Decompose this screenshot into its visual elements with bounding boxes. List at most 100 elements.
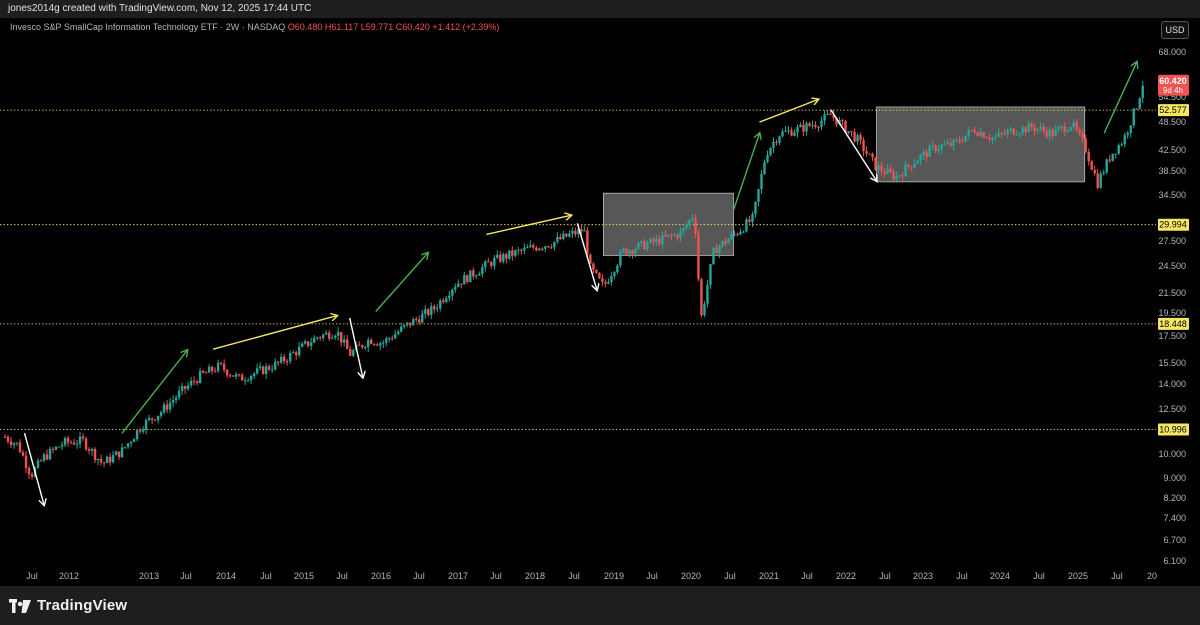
candle-body bbox=[222, 363, 226, 370]
candle-body bbox=[225, 369, 229, 376]
candle-body bbox=[610, 276, 613, 283]
candle-body bbox=[1117, 145, 1120, 154]
price-axis-tick: 38.500 bbox=[1158, 166, 1186, 176]
candle-body bbox=[730, 233, 733, 240]
candle-body bbox=[961, 141, 964, 143]
candle-body bbox=[889, 168, 892, 172]
candle-body bbox=[991, 137, 994, 140]
candle-body bbox=[733, 233, 736, 235]
candle-body bbox=[93, 448, 97, 460]
candle-body bbox=[1054, 128, 1057, 136]
candle-body bbox=[1057, 127, 1060, 129]
candle-body bbox=[940, 144, 943, 150]
candle-body bbox=[880, 165, 883, 172]
tradingview-brand[interactable]: TradingView bbox=[9, 597, 127, 614]
candle-body bbox=[613, 272, 616, 277]
candle-body bbox=[66, 438, 70, 443]
candle-body bbox=[1123, 135, 1126, 145]
candle-body bbox=[841, 120, 844, 122]
candle-body bbox=[36, 460, 40, 468]
candle-body bbox=[216, 362, 220, 372]
candle-body bbox=[234, 374, 238, 377]
candle-body bbox=[334, 335, 337, 338]
candle-body bbox=[535, 247, 538, 251]
candle-body bbox=[751, 214, 754, 222]
candle-body bbox=[382, 342, 385, 344]
candle-body bbox=[433, 306, 436, 310]
candle-body bbox=[322, 334, 325, 339]
last-price-value: 60.420 bbox=[1159, 76, 1187, 86]
candle-body bbox=[679, 231, 682, 239]
candle-body bbox=[736, 233, 739, 235]
candle-body bbox=[1033, 127, 1036, 131]
time-axis-label: 20 bbox=[1147, 571, 1157, 581]
price-axis-tick: 48.500 bbox=[1158, 117, 1186, 127]
candle-body bbox=[682, 227, 685, 232]
price-axis-tick: 21.500 bbox=[1158, 288, 1186, 298]
tradingview-wordmark: TradingView bbox=[37, 597, 128, 614]
price-axis-tick: 19.500 bbox=[1158, 308, 1186, 318]
candle-body bbox=[60, 444, 64, 447]
candle-body bbox=[532, 245, 535, 248]
candle-body bbox=[457, 283, 460, 287]
candle-body bbox=[204, 372, 208, 374]
candle-body bbox=[475, 275, 478, 277]
change-value: +1.412 (+2.39%) bbox=[432, 22, 500, 32]
candle-body bbox=[628, 250, 631, 255]
candle-body bbox=[361, 345, 364, 348]
candle-body bbox=[1111, 153, 1114, 161]
time-axis-label: 2022 bbox=[836, 571, 856, 581]
candle-body bbox=[189, 380, 193, 386]
currency-button[interactable]: USD bbox=[1161, 21, 1189, 39]
candle-body bbox=[472, 270, 475, 277]
candle-body bbox=[607, 282, 610, 284]
candle-body bbox=[412, 319, 415, 326]
candle-body bbox=[279, 356, 283, 363]
price-axis-tick: 6.700 bbox=[1163, 535, 1186, 545]
candle-body bbox=[108, 456, 112, 463]
candle-body bbox=[916, 160, 919, 164]
time-axis-label: Jul bbox=[336, 571, 348, 581]
candle-body bbox=[499, 254, 502, 262]
candle-body bbox=[757, 189, 760, 202]
candle-body bbox=[69, 442, 73, 444]
candle-body bbox=[42, 454, 46, 461]
candle-body bbox=[919, 154, 922, 161]
candle-body bbox=[340, 332, 343, 343]
candle-body bbox=[523, 247, 526, 251]
candle-body bbox=[346, 339, 349, 350]
candle-body bbox=[228, 375, 232, 377]
candle-body bbox=[1060, 126, 1063, 128]
candle-body bbox=[367, 339, 370, 347]
price-chart[interactable]: Jul 2012 2013 Jul 2014 Jul 2015 Jul 2016 Jul 2017 J… bbox=[0, 0, 1200, 586]
time-axis-label: Jul bbox=[879, 571, 891, 581]
candle-body bbox=[21, 452, 25, 456]
candle-body bbox=[132, 439, 136, 443]
candle-body bbox=[309, 342, 313, 346]
candle-body bbox=[949, 142, 952, 146]
candle-body bbox=[3, 436, 7, 438]
candle-body bbox=[910, 166, 913, 168]
bar-countdown: 9d 4h bbox=[1163, 86, 1183, 95]
price-axis-tick: 10.000 bbox=[1158, 449, 1186, 459]
candle-body bbox=[784, 130, 787, 132]
candle-body bbox=[174, 397, 178, 401]
level-price-label: 29.994 bbox=[1159, 220, 1187, 230]
candle-body bbox=[811, 125, 814, 127]
candle-body bbox=[715, 247, 718, 254]
candle-body bbox=[592, 263, 595, 270]
candle-body bbox=[6, 437, 10, 442]
candle-body bbox=[1093, 169, 1096, 174]
candle-body bbox=[1051, 129, 1054, 136]
price-axis-tick: 34.500 bbox=[1158, 190, 1186, 200]
candle-body bbox=[300, 343, 304, 347]
candle-body bbox=[255, 368, 259, 374]
candle-body bbox=[865, 151, 868, 154]
candle-body bbox=[574, 230, 577, 235]
green-trend-arrow-8 bbox=[732, 133, 759, 211]
candle-body bbox=[331, 337, 334, 339]
candle-body bbox=[817, 127, 820, 129]
candle-body bbox=[195, 381, 199, 383]
symbol-legend: Invesco S&P SmallCap Information Technol… bbox=[10, 22, 499, 32]
candle-body bbox=[297, 346, 301, 356]
